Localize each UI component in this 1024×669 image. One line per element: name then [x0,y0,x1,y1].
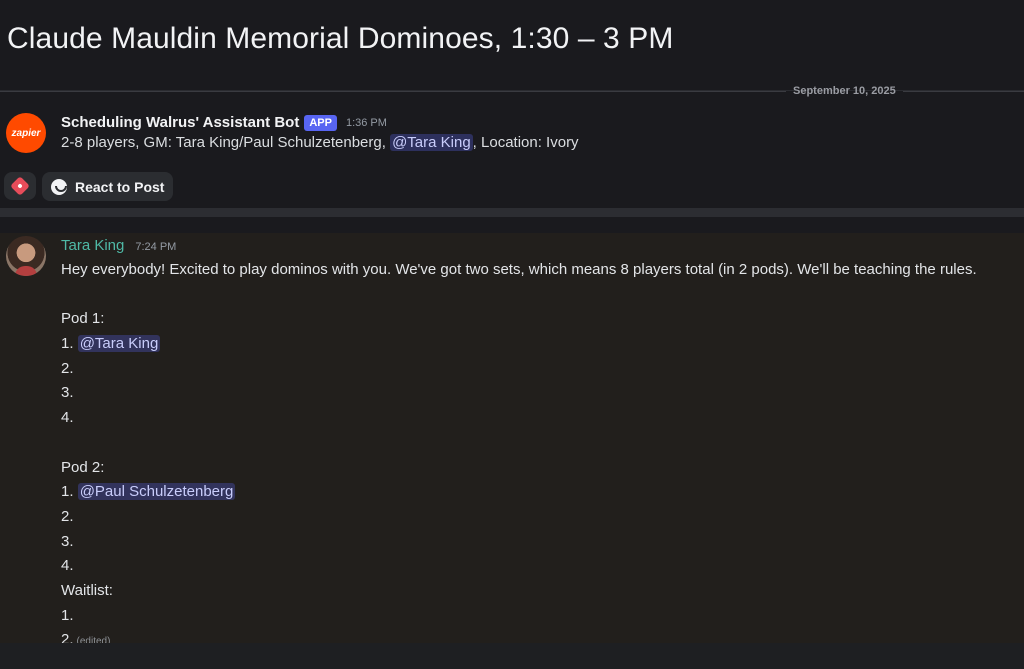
bottom-bar [0,643,1024,669]
dice-reaction[interactable] [4,172,36,200]
post-username[interactable]: Tara King [61,237,124,254]
mention-tara-king[interactable]: @Tara King [77,335,161,353]
smile-icon [51,178,67,195]
pod1-item-3: 3. [61,384,74,402]
list-number: 1. [61,483,78,501]
post-header: Tara King 7:24 PM [61,237,176,254]
pod2-item-2: 2. [61,507,74,525]
bot-avatar[interactable]: zapier [6,113,46,153]
pod2-label: Pod 2: [61,458,105,476]
bot-message-timestamp[interactable]: 1:36 PM [346,117,387,129]
post-body: Hey everybody! Excited to play dominos w… [61,258,977,653]
bot-username[interactable]: Scheduling Walrus' Assistant Bot [61,114,299,131]
user-avatar[interactable] [6,236,46,276]
mention-tara-king[interactable]: @Tara King [390,134,473,151]
date-divider-line-left [0,91,786,92]
thread-title: Claude Mauldin Memorial Dominoes, 1:30 –… [7,22,674,55]
react-to-post-label: React to Post [75,178,165,195]
game-die-icon [10,176,30,196]
list-number: 1. [61,335,78,353]
pod1-item-2: 2. [61,359,74,377]
mention-paul-schulzetenberg[interactable]: @Paul Schulzetenberg [77,483,236,501]
bot-message-text-end: , Location: Ivory [472,134,579,151]
waitlist-label: Waitlist: [61,581,113,599]
pod1-item-1: 1. @Tara King [61,332,977,357]
date-divider: September 10, 2025 [793,85,896,97]
bot-message-body: 2-8 players, GM: Tara King/Paul Schulzet… [61,134,579,151]
section-separator [0,208,1024,217]
bot-message-text: 2-8 players, GM: Tara King/Paul Schulzet… [61,134,391,151]
pod2-item-3: 3. [61,532,74,550]
pod1-label: Pod 1: [61,310,105,328]
pod2-item-1: 1. @Paul Schulzetenberg [61,480,977,505]
post-timestamp[interactable]: 7:24 PM [135,241,176,253]
post-intro: Hey everybody! Excited to play dominos w… [61,261,977,278]
pod2-item-4: 4. [61,557,74,575]
date-divider-line-right [903,91,1024,92]
pod1-item-4: 4. [61,409,74,427]
react-to-post-button[interactable]: React to Post [42,172,174,201]
waitlist-item-1: 1. [61,606,74,624]
zapier-logo-text: zapier [11,127,41,139]
bot-message-header: Scheduling Walrus' Assistant Bot APP 1:3… [61,114,387,131]
app-badge: APP [304,114,337,131]
